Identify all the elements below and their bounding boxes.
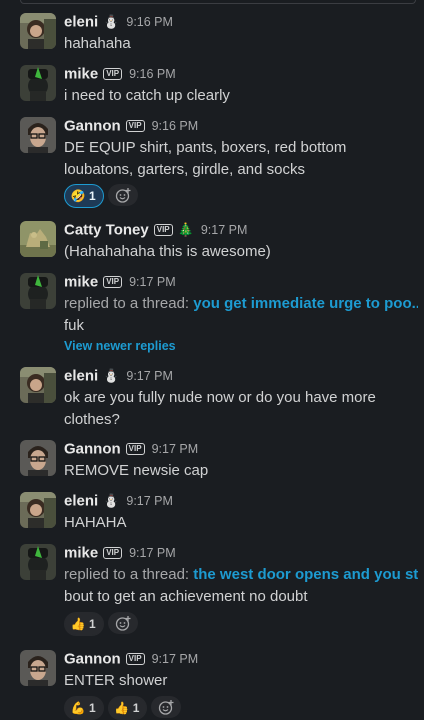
message-text: (Hahahahaha this is awesome) — [64, 243, 271, 260]
reaction-bar: 🤣 1 — [64, 184, 138, 208]
timestamp[interactable]: 9:17 PM — [129, 546, 176, 560]
vip-badge: VIP — [103, 546, 123, 559]
add-reaction-button[interactable] — [107, 184, 138, 206]
message-header: Gannon VIP 9:16 PM — [64, 117, 198, 137]
avatar[interactable] — [20, 273, 56, 309]
thread-reply-line: replied to a thread: you get immediate u… — [64, 293, 418, 315]
reaction-pill[interactable]: 🤣 1 — [64, 184, 104, 208]
thread-link[interactable]: the west door opens and you st... — [193, 566, 418, 583]
reaction-bar: 💪 1 👍 1 — [64, 696, 182, 720]
previous-message-edge — [0, 0, 424, 6]
vip-badge: VIP — [125, 119, 145, 132]
avatar[interactable] — [20, 117, 56, 153]
message-header: mike VIP 9:17 PM — [64, 273, 176, 293]
thumbs-up-emoji-icon: 👍 — [114, 701, 130, 715]
vip-badge: VIP — [125, 442, 145, 455]
timestamp[interactable]: 9:17 PM — [152, 442, 199, 456]
view-newer-replies-link[interactable]: View newer replies — [64, 339, 176, 353]
message-text: REMOVE newsie cap — [64, 462, 209, 479]
thumbs-up-emoji-icon: 👍 — [70, 617, 86, 631]
reaction-bar: 👍 1 — [64, 612, 138, 636]
vip-badge: VIP — [125, 652, 145, 665]
message-header: mike VIP 9:17 PM — [64, 544, 176, 564]
reaction-count: 1 — [89, 189, 96, 203]
timestamp[interactable]: 9:17 PM — [129, 275, 176, 289]
reaction-count: 1 — [132, 701, 140, 715]
avatar[interactable] — [20, 440, 56, 476]
thread-link[interactable]: you get immediate urge to poo... — [193, 295, 418, 312]
add-emoji-icon — [115, 616, 131, 631]
reaction-count: 1 — [89, 617, 96, 631]
message-header: eleni ⛄ 9:17 PM — [64, 367, 173, 387]
sender-name[interactable]: mike — [64, 544, 98, 561]
reaction-pill[interactable]: 💪 1 — [64, 696, 104, 720]
snowman-status-icon: ⛄ — [103, 13, 120, 29]
vip-badge: VIP — [103, 67, 123, 80]
snowman-status-icon: ⛄ — [103, 492, 120, 508]
message-text: fuk — [64, 317, 85, 334]
reaction-pill[interactable]: 👍 1 — [64, 612, 104, 636]
add-reaction-button[interactable] — [107, 612, 138, 634]
vip-badge: VIP — [153, 223, 173, 236]
timestamp[interactable]: 9:17 PM — [152, 652, 199, 666]
avatar[interactable] — [20, 492, 56, 528]
message-header: eleni ⛄ 9:17 PM — [64, 492, 173, 512]
flexed-biceps-emoji-icon: 💪 — [70, 701, 86, 715]
message-text: ok are you fully nude now or do you have… — [64, 389, 376, 428]
message-header: Catty Toney VIP 🎄 9:17 PM — [64, 221, 247, 241]
sender-name[interactable]: eleni — [64, 367, 98, 384]
message-text: ENTER shower — [64, 672, 168, 689]
sender-name[interactable]: Gannon — [64, 440, 121, 457]
sender-name[interactable]: Catty Toney — [64, 221, 149, 238]
timestamp[interactable]: 9:17 PM — [201, 223, 248, 237]
add-reaction-button[interactable] — [151, 696, 182, 718]
reply-label: replied to a thread: — [64, 566, 190, 583]
avatar[interactable] — [20, 650, 56, 686]
message-header: Gannon VIP 9:17 PM — [64, 650, 198, 670]
sender-name[interactable]: mike — [64, 273, 98, 290]
message-text: i need to catch up clearly — [64, 87, 230, 104]
avatar[interactable] — [20, 544, 56, 580]
timestamp[interactable]: 9:16 PM — [126, 15, 173, 29]
avatar[interactable] — [20, 221, 56, 257]
sender-name[interactable]: mike — [64, 65, 98, 82]
thread-reply-line: replied to a thread: the west door opens… — [64, 564, 418, 586]
timestamp[interactable]: 9:16 PM — [129, 67, 176, 81]
avatar[interactable] — [20, 367, 56, 403]
vip-badge: VIP — [103, 275, 123, 288]
sender-name[interactable]: eleni — [64, 492, 98, 509]
timestamp[interactable]: 9:17 PM — [126, 494, 173, 508]
sender-name[interactable]: eleni — [64, 13, 98, 30]
add-emoji-icon — [159, 700, 174, 715]
message-text: bout to get an achievement no doubt — [64, 588, 308, 605]
rofl-emoji-icon: 🤣 — [70, 189, 86, 203]
reply-label: replied to a thread: — [64, 295, 190, 312]
reaction-pill[interactable]: 👍 1 — [107, 696, 148, 720]
snowman-status-icon: ⛄ — [103, 367, 120, 383]
message-text: DE EQUIP shirt, pants, boxers, red botto… — [64, 139, 347, 178]
message-header: mike VIP 9:16 PM — [64, 65, 176, 85]
sender-name[interactable]: Gannon — [64, 650, 121, 667]
message-header: eleni ⛄ 9:16 PM — [64, 13, 173, 33]
message-text: HAHAHA — [64, 514, 127, 531]
sender-name[interactable]: Gannon — [64, 117, 121, 134]
message-header: Gannon VIP 9:17 PM — [64, 440, 198, 460]
message-text: hahahaha — [64, 35, 131, 52]
timestamp[interactable]: 9:17 PM — [126, 369, 173, 383]
avatar[interactable] — [20, 65, 56, 101]
reaction-count: 1 — [89, 701, 96, 715]
avatar[interactable] — [20, 13, 56, 49]
christmas-tree-status-icon: 🎄 — [177, 221, 194, 237]
timestamp[interactable]: 9:16 PM — [152, 119, 199, 133]
add-emoji-icon — [115, 188, 131, 203]
